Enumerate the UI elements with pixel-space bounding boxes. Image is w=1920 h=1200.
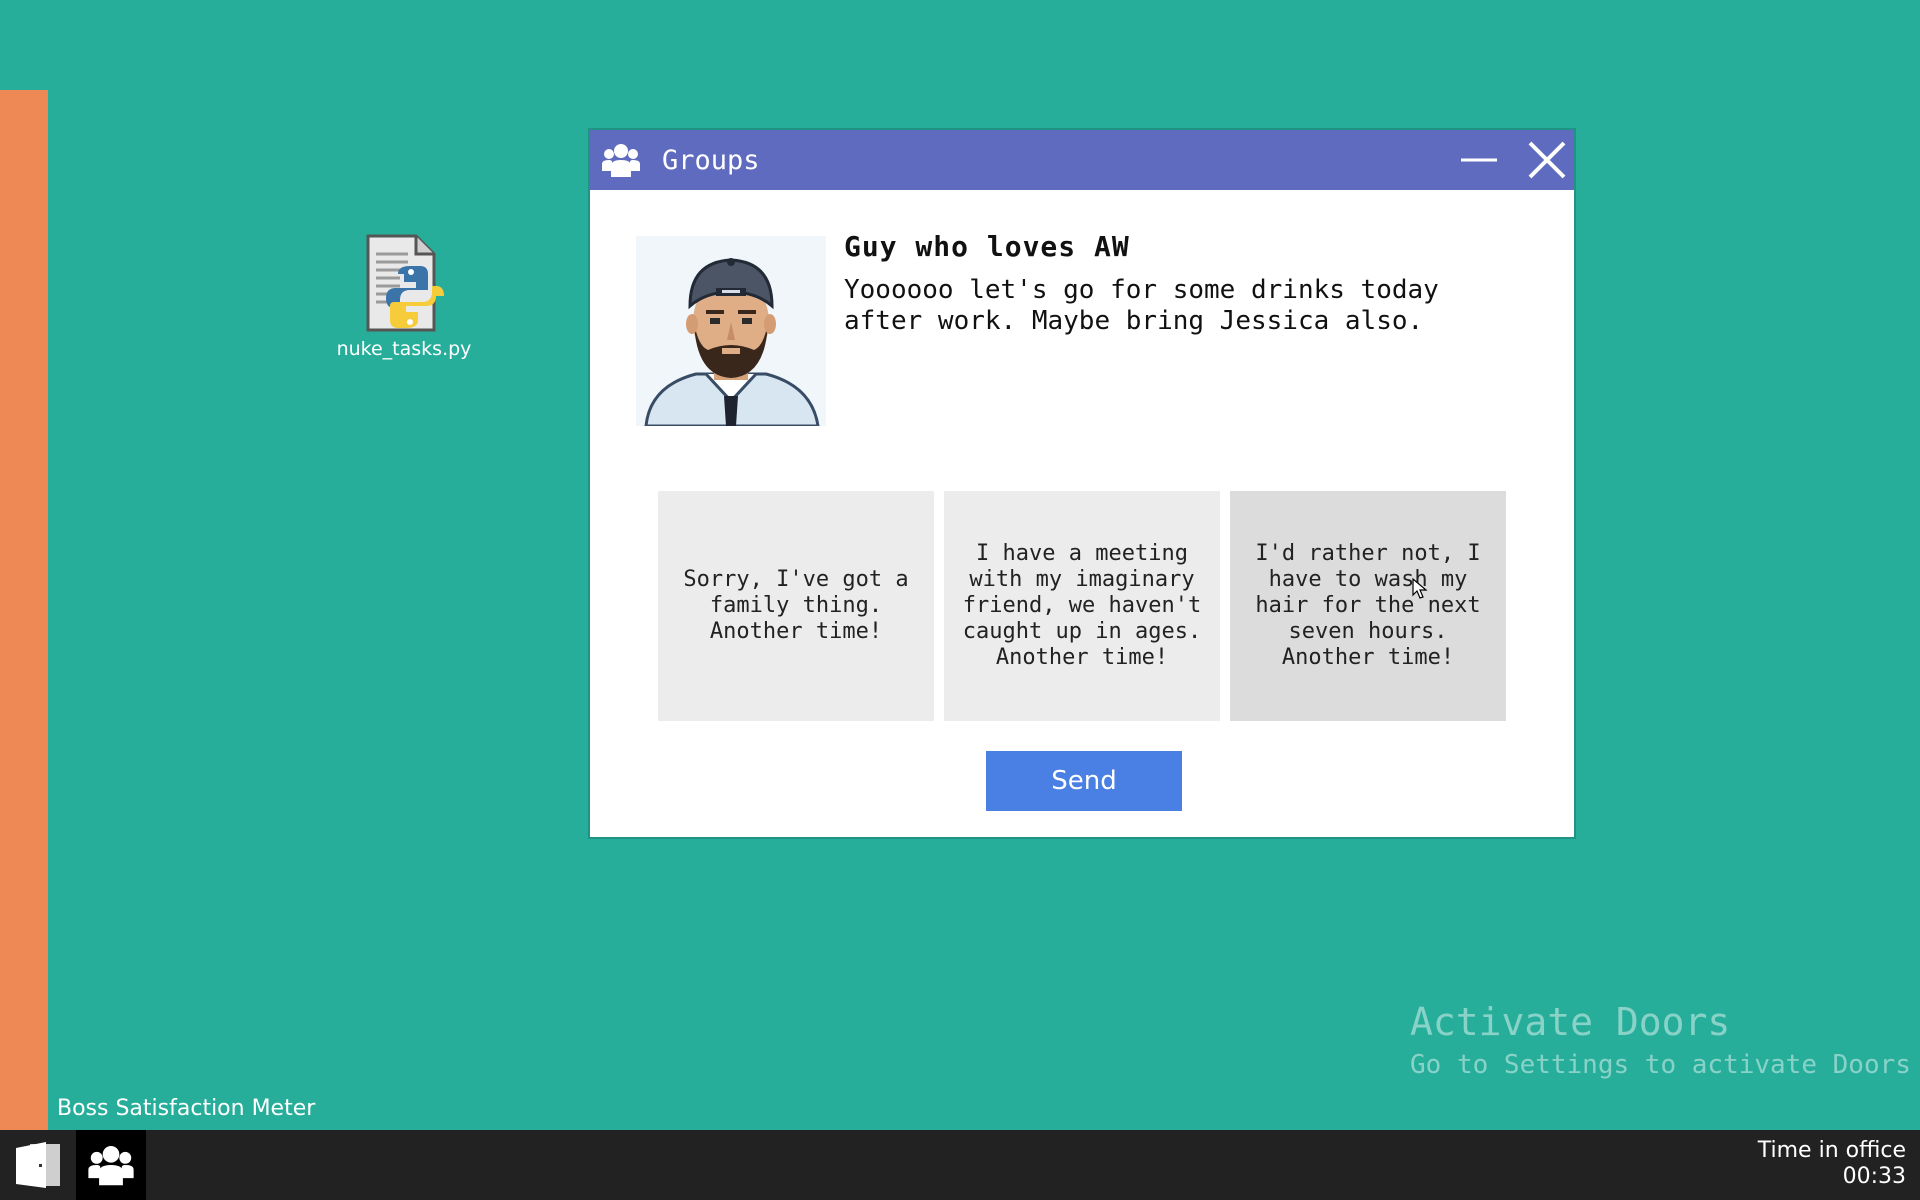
mouse-cursor-icon	[1412, 578, 1428, 599]
window-title: Groups	[662, 144, 760, 176]
desktop-icon-label: nuke_tasks.py	[336, 338, 472, 360]
groups-window: Groups Guy who loves AW Yoooooo let's go…	[588, 128, 1576, 839]
close-icon	[1528, 141, 1566, 179]
reply-option-2[interactable]: I have a meeting with my imaginary frien…	[944, 491, 1220, 721]
taskbar: Time in office 00:33	[0, 1130, 1920, 1200]
groups-icon	[602, 144, 640, 177]
window-titlebar[interactable]: Groups	[590, 130, 1574, 190]
python-file-icon	[366, 234, 444, 332]
taskbar-groups-button[interactable]	[76, 1130, 146, 1200]
reply-options: Sorry, I've got a family thing. Another …	[658, 491, 1506, 721]
boss-satisfaction-meter-fill	[0, 90, 48, 1130]
clock-value: 00:33	[1842, 1164, 1906, 1189]
reply-option-1[interactable]: Sorry, I've got a family thing. Another …	[658, 491, 934, 721]
watermark-title: Activate Doors	[1410, 1000, 1731, 1044]
minimize-icon	[1461, 158, 1497, 162]
boss-satisfaction-meter	[0, 0, 48, 1130]
message-text: Yoooooo let's go for some drinks today a…	[844, 275, 1439, 336]
door-icon	[16, 1142, 60, 1188]
watermark-subtitle: Go to Settings to activate Doors	[1410, 1050, 1911, 1080]
boss-satisfaction-meter-label: Boss Satisfaction Meter	[57, 1096, 316, 1121]
send-button[interactable]: Send	[986, 751, 1182, 811]
time-in-office: Time in office 00:33	[1758, 1138, 1906, 1190]
desktop: Boss Satisfaction Meter nuke_tasks.py Gr…	[0, 0, 1920, 1130]
taskbar-start-button[interactable]	[8, 1130, 68, 1200]
avatar-portrait	[644, 258, 820, 428]
groups-icon	[88, 1145, 134, 1186]
sender-name: Guy who loves AW	[844, 230, 1130, 263]
reply-option-3[interactable]: I'd rather not, I have to wash my hair f…	[1230, 491, 1506, 721]
minimize-button[interactable]	[1456, 138, 1502, 182]
sender-avatar	[636, 236, 826, 428]
close-button[interactable]	[1524, 138, 1570, 182]
activation-watermark: Activate Doors Go to Settings to activat…	[1410, 1000, 1911, 1080]
clock-label: Time in office	[1757, 1138, 1906, 1163]
desktop-icon-nuke-tasks[interactable]: nuke_tasks.py	[320, 232, 488, 360]
